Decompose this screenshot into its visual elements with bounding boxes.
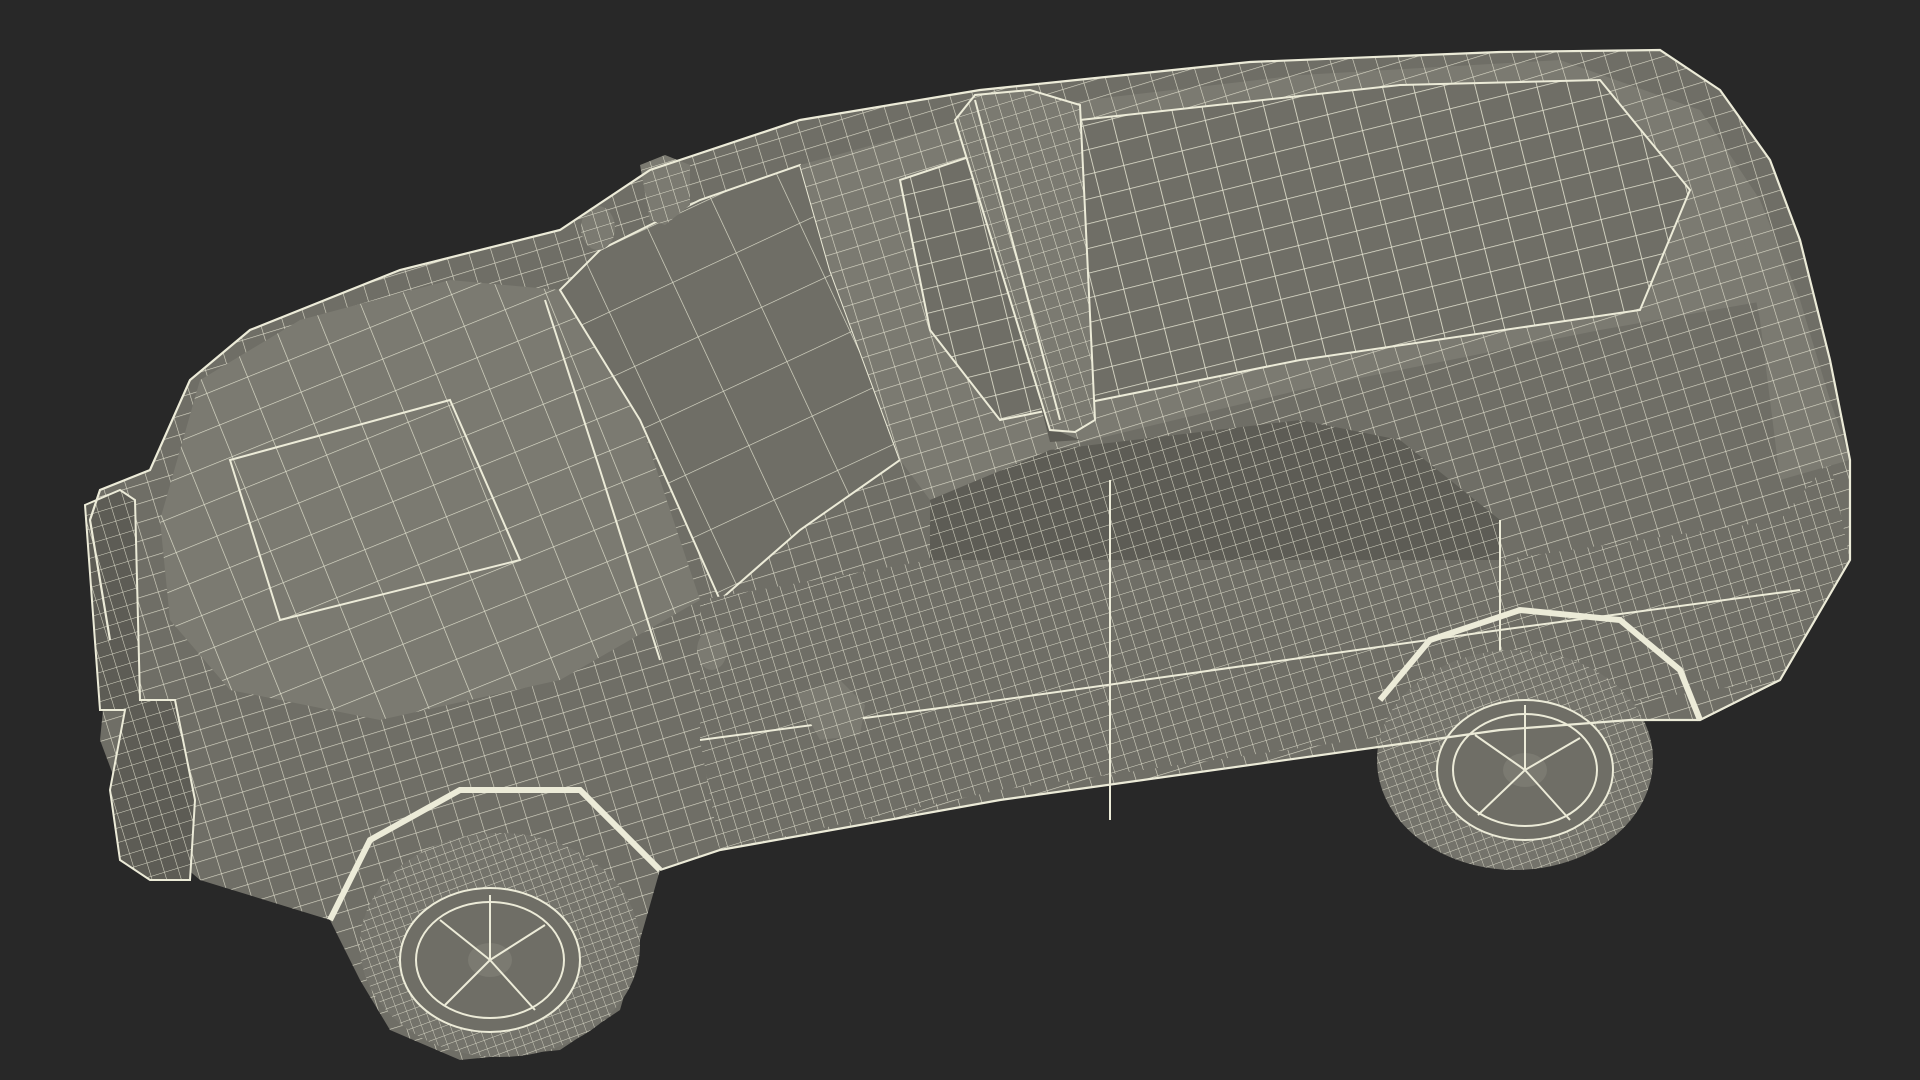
- wireframe-car-svg: [0, 0, 1920, 1080]
- render-viewport: [0, 0, 1920, 1080]
- front-wheel: [360, 833, 640, 1057]
- rear-wheel: [1377, 650, 1653, 870]
